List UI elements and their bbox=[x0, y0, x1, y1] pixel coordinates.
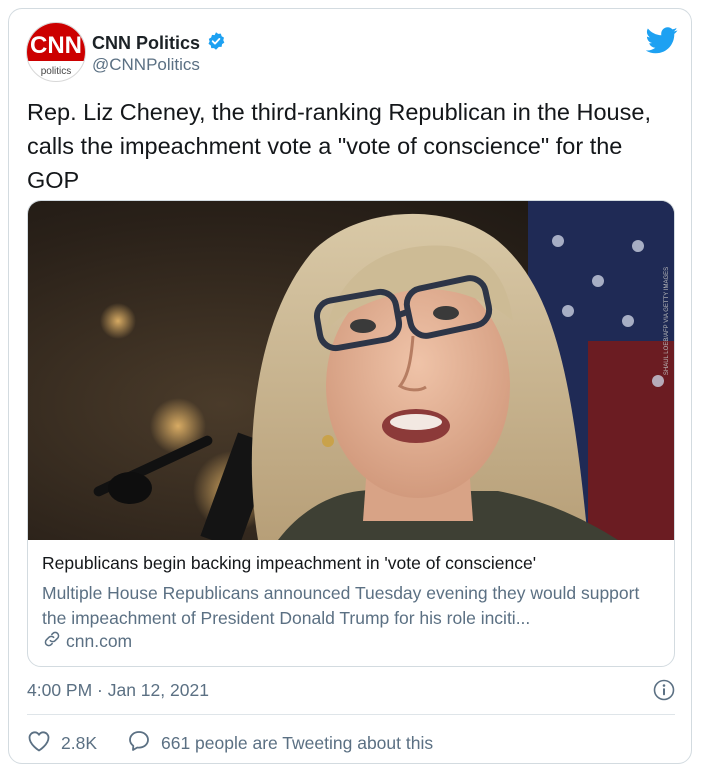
author-name[interactable]: CNN Politics bbox=[92, 33, 200, 54]
author-handle[interactable]: @CNNPolitics bbox=[92, 55, 200, 75]
tweet-text: Rep. Liz Cheney, the third-ranking Repub… bbox=[27, 99, 651, 193]
card-domain[interactable]: cnn.com bbox=[66, 631, 132, 652]
like-count[interactable]: 2.8K bbox=[61, 733, 97, 754]
verified-badge-icon bbox=[206, 31, 226, 56]
link-icon bbox=[42, 629, 62, 654]
info-icon[interactable] bbox=[652, 678, 676, 707]
article-photo[interactable]: SHAUL LOEB/AFP VIA GETTY IMAGES bbox=[28, 201, 674, 540]
avatar[interactable]: CNN politics bbox=[26, 22, 86, 82]
cnn-politics-logo: CNN politics bbox=[27, 23, 85, 77]
conversation-text[interactable]: 661 people are Tweeting about this bbox=[161, 733, 433, 754]
tweet-card[interactable]: CNN politics CNN Politics @CNNPolitics R… bbox=[8, 8, 692, 764]
conversation-button[interactable]: 661 people are Tweeting about this bbox=[127, 729, 433, 758]
twitter-bird-icon[interactable] bbox=[645, 27, 678, 59]
avatar-logo-text: CNN bbox=[30, 32, 82, 59]
heart-icon[interactable] bbox=[27, 730, 51, 757]
tweet-timestamp[interactable]: 4:00 PM · Jan 12, 2021 bbox=[27, 680, 209, 701]
card-domain-link[interactable]: cnn.com bbox=[42, 629, 132, 654]
card-title[interactable]: Republicans begin backing impeachment in… bbox=[42, 553, 536, 574]
avatar-sub-text: politics bbox=[41, 66, 72, 77]
author-name-row[interactable]: CNN Politics bbox=[92, 31, 226, 56]
speech-bubble-icon[interactable] bbox=[127, 729, 151, 758]
like-button[interactable]: 2.8K bbox=[27, 730, 97, 757]
card-description: Multiple House Republicans announced Tue… bbox=[42, 583, 640, 628]
action-bar: 2.8K 661 people are Tweeting about this bbox=[27, 729, 433, 758]
link-card[interactable]: SHAUL LOEB/AFP VIA GETTY IMAGES Republic… bbox=[27, 200, 675, 667]
photo-credit: SHAUL LOEB/AFP VIA GETTY IMAGES bbox=[664, 267, 670, 375]
divider bbox=[27, 714, 675, 715]
